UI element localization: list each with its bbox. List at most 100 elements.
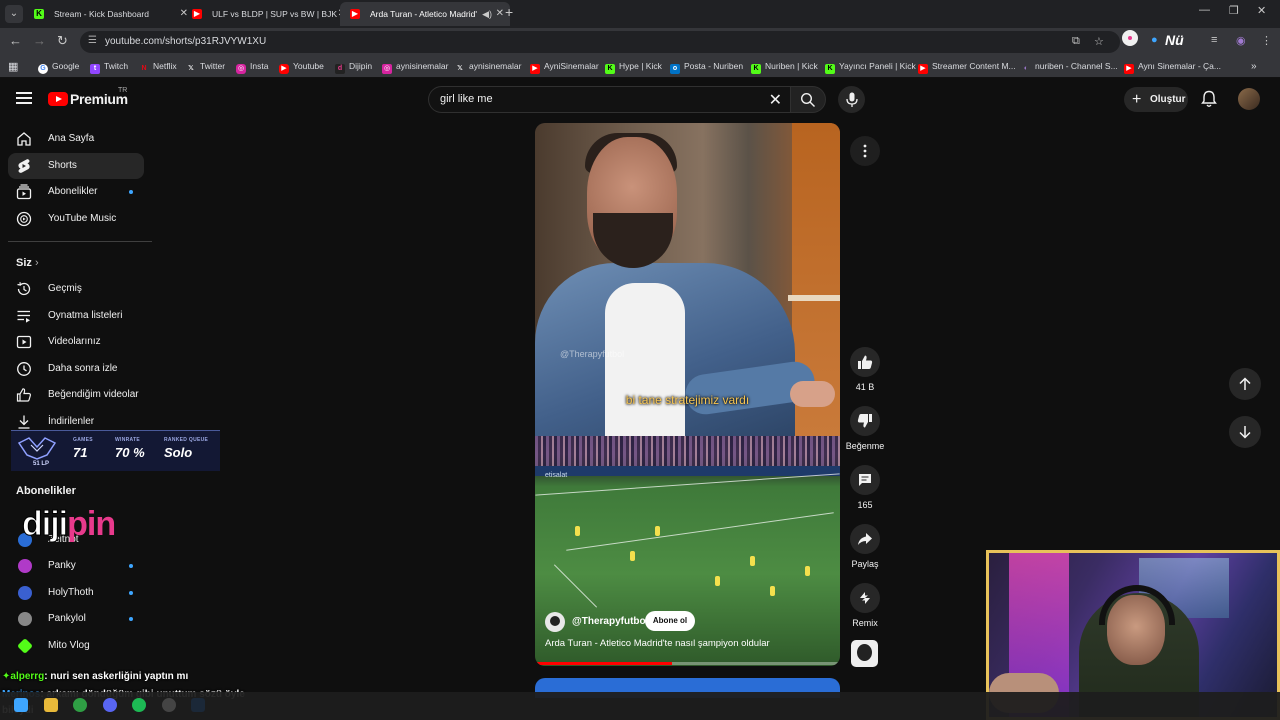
sidebar-item-subscriptions[interactable]: Abonelikler <box>8 179 144 205</box>
site-info-icon[interactable]: ☰ <box>88 35 97 46</box>
discord-icon[interactable] <box>103 698 117 712</box>
voice-search-button[interactable] <box>838 86 865 113</box>
profile-indicator-icon[interactable] <box>1121 29 1139 47</box>
search-icon <box>800 92 815 107</box>
apps-grid-icon[interactable]: ▦ <box>8 60 18 73</box>
previous-short-button[interactable] <box>1229 368 1261 400</box>
short-title[interactable]: Arda Turan - Atletico Madrid'te nasıl şa… <box>545 638 770 649</box>
extension-icon[interactable]: ● <box>1151 34 1158 46</box>
youtube-header: Premium TR girl like me ✕ + Oluştur <box>0 78 1280 122</box>
bookmark-streamer-content[interactable]: ▶ Streamer Content M... <box>918 61 1016 74</box>
bookmark-yayinci-paneli[interactable]: K Yayıncı Paneli | Kick <box>825 61 916 74</box>
rank-stats-overlay: 51 LP GAMES 71 WINRATE 70 % RANKED QUEUE… <box>11 430 220 471</box>
chrome-icon[interactable] <box>73 698 87 712</box>
media-controls-icon[interactable]: ≡ <box>1211 34 1217 46</box>
channel-avatar[interactable] <box>545 612 565 632</box>
bookmark-nuriben-kick[interactable]: K Nuriben | Kick <box>751 61 818 74</box>
menu-icon[interactable] <box>16 92 32 104</box>
extension-brand[interactable]: Nü <box>1165 32 1184 48</box>
remix-icon <box>860 592 870 604</box>
sidebar-sub-mito-vlog[interactable]: Mito Vlog <box>8 633 144 659</box>
comments-button[interactable] <box>850 465 880 495</box>
account-avatar[interactable] <box>1238 88 1260 110</box>
bookmark-aynisinemalar-yt[interactable]: ▶ AyniSinemalar <box>530 61 599 74</box>
arrow-down-icon <box>1239 426 1251 439</box>
tab-arda-turan-short[interactable]: ▶ Arda Turan - Atletico Madrid' ◀) ✕ <box>340 2 510 26</box>
bookmark-aynisinemalar-ig[interactable]: ◎ aynisinemalar <box>382 61 448 74</box>
sidebar-item-your-videos[interactable]: Videolarınız <box>8 329 144 355</box>
sidebar-item-home[interactable]: Ana Sayfa <box>8 126 144 152</box>
file-explorer-icon[interactable] <box>44 698 58 712</box>
bookmark-dijipin[interactable]: d Dijipin <box>335 61 372 74</box>
window-close-icon[interactable]: ✕ <box>1257 4 1266 17</box>
steam-icon[interactable] <box>191 698 205 712</box>
cast-icon[interactable]: ⧉ <box>1072 35 1080 48</box>
bookmark-google[interactable]: G Google <box>38 61 79 74</box>
short-video-player[interactable]: @Therapyfutbol bi tane stratejimiz vardı… <box>535 123 840 666</box>
new-tab-button[interactable]: + <box>505 4 513 20</box>
spotify-icon[interactable] <box>132 698 146 712</box>
bookmark-posta[interactable]: o Posta - Nuriben <box>670 61 743 74</box>
audio-source-thumbnail[interactable] <box>851 640 878 667</box>
sidebar-sub-panky[interactable]: Panky <box>8 553 144 579</box>
like-action[interactable]: 41 B <box>848 347 882 392</box>
dislike-button[interactable] <box>850 406 880 436</box>
comments-action[interactable]: 165 <box>848 465 882 510</box>
minimize-icon[interactable]: — <box>1199 4 1210 16</box>
obs-icon[interactable] <box>162 698 176 712</box>
sidebar-item-playlists[interactable]: Oynatma listeleri <box>8 303 144 329</box>
forward-icon[interactable]: → <box>33 33 46 48</box>
more-bookmarks-icon[interactable]: » <box>1251 61 1257 72</box>
bookmark-hype-kick[interactable]: K Hype | Kick <box>605 61 662 74</box>
remix-action[interactable]: Remix <box>848 583 882 628</box>
sidebar-sub-holythoth[interactable]: HolyThoth <box>8 580 144 606</box>
bookmark-ayni-sinemalar[interactable]: ▶ Aynı Sinemalar - Ça... <box>1124 61 1221 74</box>
channel-name[interactable]: @Therapyfutbol <box>572 616 648 627</box>
bookmark-netflix[interactable]: N Netflix <box>139 61 176 74</box>
like-button[interactable] <box>850 347 880 377</box>
tab-title: ULF vs BLDP | SUP vs BW | BJK <box>212 9 338 19</box>
bookmark-twitch[interactable]: t Twitch <box>90 61 128 74</box>
outlook-icon: o <box>670 64 680 74</box>
create-button[interactable]: + Oluştur <box>1124 87 1188 112</box>
close-icon[interactable]: ✕ <box>496 2 504 26</box>
bookmark-youtube[interactable]: ▶ Youtube <box>279 61 324 74</box>
sidebar-item-history[interactable]: Geçmiş <box>8 276 144 302</box>
you-section-heading[interactable]: Siz › <box>16 257 39 269</box>
browser-menu-icon[interactable]: ⋮ <box>1261 34 1272 47</box>
sidebar-item-watch-later[interactable]: Daha sonra izle <box>8 356 144 382</box>
sidebar-sub-pankylol[interactable]: Pankylol <box>8 606 144 632</box>
remix-label: Remix <box>852 618 878 628</box>
sidebar-item-liked-videos[interactable]: Beğendiğim videolar <box>8 382 144 408</box>
clear-search-icon[interactable]: ✕ <box>769 90 782 110</box>
tab-youtube-match[interactable]: ▶ ULF vs BLDP | SUP vs BW | BJK ✕ <box>182 2 352 26</box>
sidebar-item-shorts[interactable]: Shorts <box>8 153 144 179</box>
tab-search-button[interactable]: ⌄ <box>5 5 23 23</box>
bookmark-channel-studio[interactable]: ◐ nuriben - Channel S... <box>1021 61 1118 74</box>
dislike-action[interactable]: Beğenme <box>846 406 884 451</box>
remix-button[interactable] <box>850 583 880 613</box>
bookmark-twitter[interactable]: 𝕏 Twitter <box>186 61 225 74</box>
more-options-button[interactable] <box>850 136 880 166</box>
youtube-premium-logo[interactable]: Premium TR <box>48 87 128 107</box>
address-bar[interactable]: ☰ youtube.com/shorts/p31RJVYW1XU ⧉ ☆ <box>80 31 1120 53</box>
search-button[interactable] <box>790 86 826 113</box>
back-icon[interactable]: ← <box>9 33 22 48</box>
bookmark-star-icon[interactable]: ☆ <box>1094 35 1104 48</box>
speaker-icon[interactable]: ◀) <box>482 2 492 26</box>
restore-icon[interactable]: ❐ <box>1229 4 1239 17</box>
bookmark-insta[interactable]: ◎ Insta <box>236 61 268 74</box>
search-input[interactable]: girl like me ✕ <box>428 86 790 113</box>
bookmark-aynisinemalar-x[interactable]: 𝕏aynisinemalar <box>455 61 521 74</box>
profile-avatar-icon[interactable]: ◉ <box>1236 34 1246 47</box>
sidebar-item-youtube-music[interactable]: YouTube Music <box>8 206 144 232</box>
tab-kick-dashboard[interactable]: K Stream - Kick Dashboard ✕ <box>24 2 194 26</box>
subscribe-button[interactable]: Abone ol <box>645 611 695 631</box>
notifications-bell-icon[interactable] <box>1201 90 1217 108</box>
share-button[interactable] <box>850 524 880 554</box>
reload-icon[interactable]: ↻ <box>57 33 68 49</box>
share-action[interactable]: Paylaş <box>848 524 882 569</box>
video-progress-bar[interactable] <box>535 662 840 665</box>
next-short-button[interactable] <box>1229 416 1261 448</box>
start-icon[interactable] <box>14 698 28 712</box>
